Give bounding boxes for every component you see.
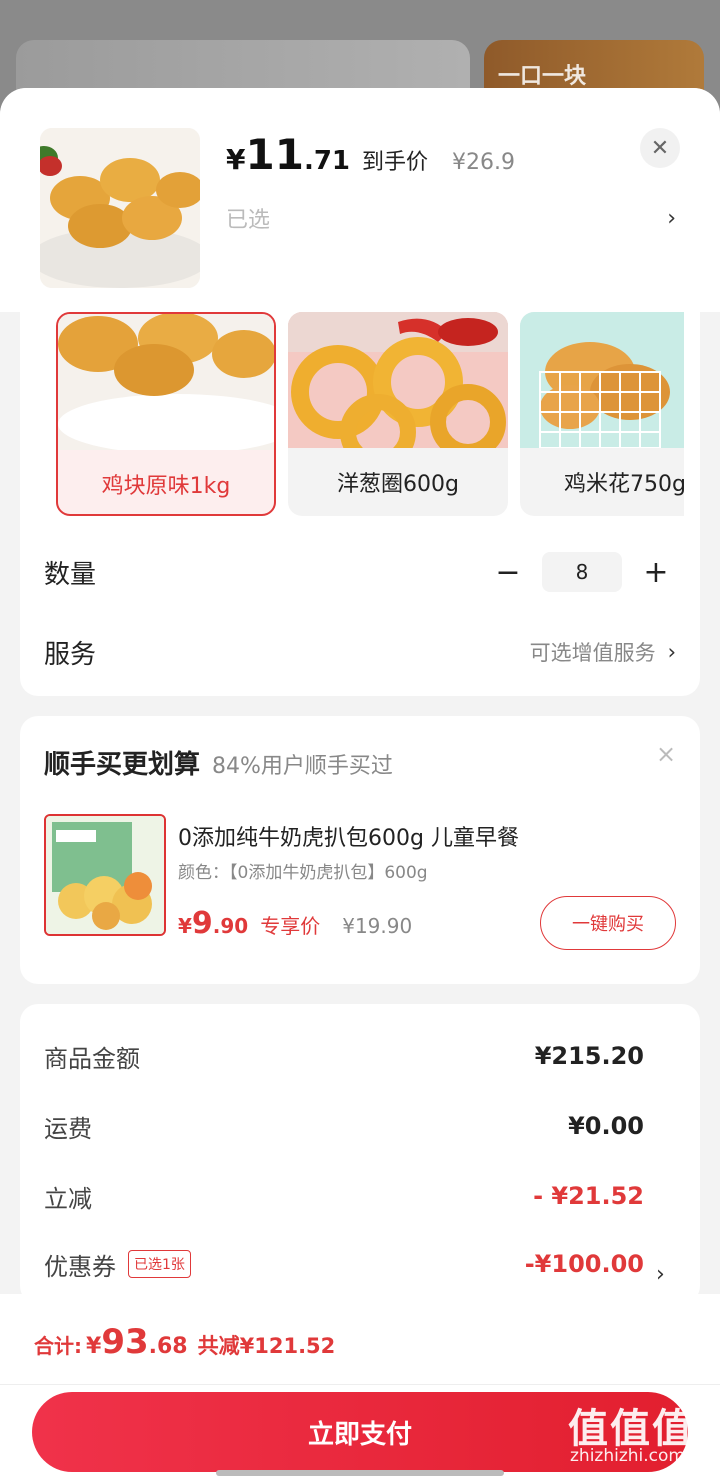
upsell-close-icon[interactable]: × bbox=[656, 740, 676, 768]
divider bbox=[0, 1384, 720, 1385]
background-promo-text: 一口一块 bbox=[498, 64, 587, 89]
summary-row-shipping: 运费 ¥0.00 bbox=[44, 1106, 644, 1146]
chevron-right-icon: › bbox=[667, 640, 676, 664]
price-integer: 11 bbox=[245, 130, 304, 179]
total-decimal: .68 bbox=[148, 1334, 188, 1359]
summary-value: -¥100.00 bbox=[524, 1250, 644, 1278]
coupon-label-group: 优惠券 已选1张 bbox=[44, 1247, 191, 1282]
price-row: ¥ 11 .71 到手价 ¥26.9 bbox=[226, 130, 515, 179]
watermark-url: zhizhizhi.com bbox=[570, 1446, 685, 1466]
upsell-price-symbol: ¥ bbox=[178, 914, 192, 938]
upsell-price-integer: 9 bbox=[191, 906, 213, 941]
minus-button[interactable]: − bbox=[488, 552, 528, 592]
total-label: 合计: bbox=[34, 1334, 82, 1358]
plus-button[interactable]: + bbox=[636, 552, 676, 592]
upsell-price-label: 专享价 bbox=[260, 914, 321, 938]
summary-row-coupon[interactable]: 优惠券 已选1张 -¥100.00 bbox=[44, 1244, 644, 1284]
service-value-group: 可选增值服务 › bbox=[530, 637, 676, 667]
summary-label: 优惠券 bbox=[44, 1252, 116, 1281]
original-price: ¥26.9 bbox=[452, 150, 515, 175]
variant-option[interactable]: 鸡米花750g bbox=[520, 312, 684, 516]
coupon-selected-badge: 已选1张 bbox=[128, 1250, 191, 1278]
variant-image bbox=[520, 312, 684, 449]
total-integer: 93 bbox=[101, 1322, 149, 1362]
sheet-header: ¥ 11 .71 到手价 ¥26.9 ✕ 已选 › bbox=[0, 88, 720, 312]
variant-image bbox=[288, 312, 508, 470]
summary-row-discount: 立减 - ¥21.52 bbox=[44, 1176, 644, 1216]
chevron-right-icon[interactable]: › bbox=[656, 1262, 665, 1287]
upsell-header: 顺手买更划算 84%用户顺手买过 bbox=[44, 744, 393, 781]
summary-value: ¥215.20 bbox=[534, 1042, 644, 1070]
price-label: 到手价 bbox=[362, 150, 429, 175]
upsell-price-decimal: .90 bbox=[212, 914, 249, 938]
selected-spec-text: 已选 bbox=[226, 208, 271, 233]
order-summary-card: 商品金额 ¥215.20 运费 ¥0.00 立减 - ¥21.52 优惠券 已选… bbox=[20, 1004, 700, 1304]
options-card: 鸡块原味1kg 洋葱圈600g 鸡米花750g 数量 − 8 + 服务 可选增值… bbox=[20, 312, 700, 696]
upsell-card: 顺手买更划算 84%用户顺手买过 × 0添加纯牛奶虎扒包600g 儿童早餐 颜色… bbox=[20, 716, 700, 984]
price-decimal: .71 bbox=[303, 146, 350, 176]
service-value: 可选增值服务 bbox=[529, 641, 656, 665]
chevron-right-icon: › bbox=[667, 205, 676, 231]
variant-image bbox=[58, 314, 274, 454]
home-indicator[interactable] bbox=[216, 1470, 504, 1476]
price-symbol: ¥ bbox=[226, 143, 246, 176]
upsell-product-image[interactable] bbox=[44, 814, 166, 936]
selected-spec-row[interactable]: 已选 › bbox=[226, 198, 676, 238]
variant-option[interactable]: 洋葱圈600g bbox=[288, 312, 508, 516]
variant-label: 鸡块原味1kg bbox=[101, 474, 231, 499]
upsell-product-spec: 颜色：【0添加牛奶虎扒包】600g bbox=[178, 863, 428, 883]
upsell-original-price: ¥19.90 bbox=[342, 914, 413, 938]
upsell-product-name[interactable]: 0添加纯牛奶虎扒包600g 儿童早餐 bbox=[178, 820, 519, 852]
summary-label: 商品金额 bbox=[44, 1044, 140, 1073]
summary-value: - ¥21.52 bbox=[533, 1182, 644, 1210]
summary-row-goods: 商品金额 ¥215.20 bbox=[44, 1036, 644, 1076]
variant-option[interactable]: 鸡块原味1kg bbox=[56, 312, 276, 516]
total-symbol: ¥ bbox=[86, 1334, 102, 1359]
quantity-label: 数量 bbox=[44, 559, 97, 590]
quantity-row: 数量 − 8 + bbox=[44, 550, 676, 594]
total-saved: 共减¥121.52 bbox=[197, 1334, 336, 1358]
watermark: 值值值 zhizhizhi.com bbox=[568, 1396, 716, 1476]
summary-label: 运费 bbox=[44, 1114, 92, 1143]
variant-label: 鸡米花750g bbox=[564, 472, 684, 497]
total-row: 合计: ¥ 93 .68 共减¥121.52 bbox=[34, 1322, 335, 1362]
variant-label: 洋葱圈600g bbox=[337, 472, 459, 497]
quantity-stepper: − 8 + bbox=[488, 552, 676, 592]
close-button[interactable]: ✕ bbox=[640, 128, 680, 168]
close-icon: ✕ bbox=[650, 135, 670, 161]
upsell-subtitle: 84%用户顺手买过 bbox=[212, 754, 393, 779]
service-row[interactable]: 服务 可选增值服务 › bbox=[44, 630, 676, 674]
product-thumbnail bbox=[40, 128, 200, 288]
service-label: 服务 bbox=[44, 639, 97, 670]
upsell-title: 顺手买更划算 bbox=[44, 750, 201, 780]
purchase-sheet: ¥ 11 .71 到手价 ¥26.9 ✕ 已选 › 鸡块原味1kg 洋葱圈600… bbox=[0, 88, 720, 1480]
upsell-price-row: ¥ 9 .90 专享价 ¥19.90 bbox=[178, 906, 412, 941]
summary-label: 立减 bbox=[44, 1184, 92, 1213]
one-click-buy-button[interactable]: 一键购买 bbox=[540, 896, 676, 950]
quantity-input[interactable]: 8 bbox=[542, 552, 622, 592]
variant-list: 鸡块原味1kg 洋葱圈600g 鸡米花750g bbox=[56, 312, 684, 518]
summary-value: ¥0.00 bbox=[568, 1112, 644, 1140]
